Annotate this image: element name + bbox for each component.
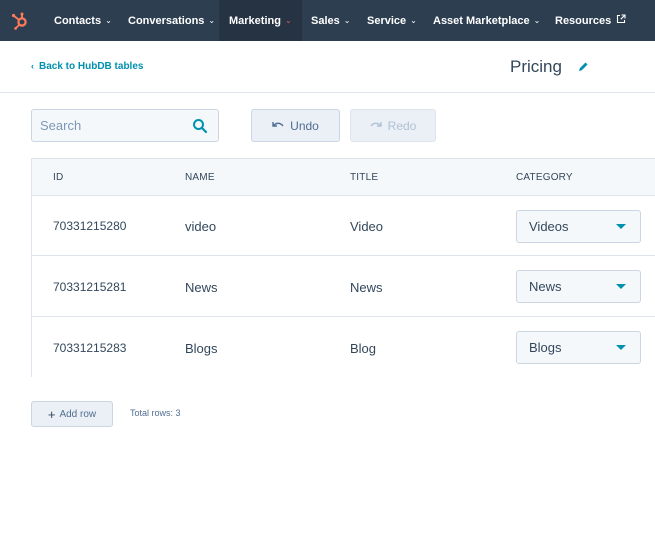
category-select[interactable]: News: [516, 270, 641, 303]
nav-item-service[interactable]: Service ⌄: [367, 0, 417, 41]
undo-button[interactable]: Undo: [251, 109, 340, 142]
header-divider: [0, 92, 655, 93]
chevron-down-icon: ⌄: [410, 16, 417, 25]
nav-item-resources[interactable]: Resources: [555, 0, 626, 41]
total-rows-label: Total rows: 3: [130, 408, 181, 418]
caret-down-icon: [616, 224, 626, 229]
cell-name[interactable]: video: [185, 196, 216, 256]
external-link-icon: [616, 14, 626, 27]
cell-name[interactable]: Blogs: [185, 318, 218, 378]
nav-item-marketing[interactable]: Marketing ⌄: [219, 0, 302, 41]
table-row: 70331215280 video Video Videos: [32, 196, 655, 256]
top-nav: Contacts ⌄ Conversations ⌄ Marketing ⌄ Sale…: [0, 0, 655, 41]
search-box[interactable]: [31, 109, 219, 142]
plus-icon: +: [47, 406, 56, 422]
search-icon[interactable]: [192, 118, 208, 134]
undo-icon: [272, 119, 284, 133]
cell-name[interactable]: News: [185, 257, 218, 317]
page-title: Pricing: [510, 57, 562, 76]
caret-down-icon: [616, 284, 626, 289]
column-header-name[interactable]: NAME: [185, 159, 215, 196]
category-select-value: Videos: [529, 219, 569, 234]
redo-icon: [370, 119, 382, 133]
column-header-title[interactable]: TITLE: [350, 159, 378, 196]
nav-item-conversations[interactable]: Conversations ⌄: [128, 0, 215, 41]
category-select-value: News: [529, 279, 562, 294]
category-select[interactable]: Videos: [516, 210, 641, 243]
nav-item-sales[interactable]: Sales ⌄: [311, 0, 350, 41]
category-select[interactable]: Blogs: [516, 331, 641, 364]
cell-id: 70331215281: [53, 280, 127, 294]
redo-button[interactable]: Redo: [350, 109, 436, 142]
cell-id: 70331215280: [53, 219, 127, 233]
table-row: 70331215281 News News News: [32, 257, 655, 317]
cell-title[interactable]: Blog: [350, 318, 376, 378]
cell-title[interactable]: News: [350, 257, 383, 317]
hubdb-table: ID NAME TITLE CATEGORY 70331215280 video…: [31, 158, 655, 378]
table-header: ID NAME TITLE CATEGORY: [32, 159, 655, 196]
cell-id: 70331215283: [53, 341, 127, 355]
chevron-down-icon: ⌄: [284, 16, 292, 25]
chevron-down-icon: ⌄: [533, 16, 541, 25]
nav-item-contacts[interactable]: Contacts ⌄: [54, 0, 112, 41]
cell-title[interactable]: Video: [350, 196, 383, 256]
category-select-value: Blogs: [529, 340, 562, 355]
search-input[interactable]: [40, 110, 190, 141]
back-to-hubdb-link[interactable]: ‹ Back to HubDB tables: [31, 61, 143, 72]
chevron-down-icon: ⌄: [105, 16, 112, 25]
hubspot-logo-icon[interactable]: [0, 0, 40, 41]
column-header-id[interactable]: ID: [53, 159, 63, 196]
add-row-button[interactable]: + Add row: [31, 401, 113, 427]
chevron-down-icon: ⌄: [208, 16, 216, 25]
chevron-left-icon: ‹: [31, 61, 34, 71]
pencil-icon[interactable]: [576, 60, 590, 74]
chevron-down-icon: ⌄: [343, 16, 351, 25]
nav-item-asset-marketplace[interactable]: Asset Marketplace ⌄: [433, 0, 540, 41]
column-header-category[interactable]: CATEGORY: [516, 159, 573, 196]
table-row: 70331215283 Blogs Blog Blogs: [32, 318, 655, 378]
caret-down-icon: [616, 345, 626, 350]
